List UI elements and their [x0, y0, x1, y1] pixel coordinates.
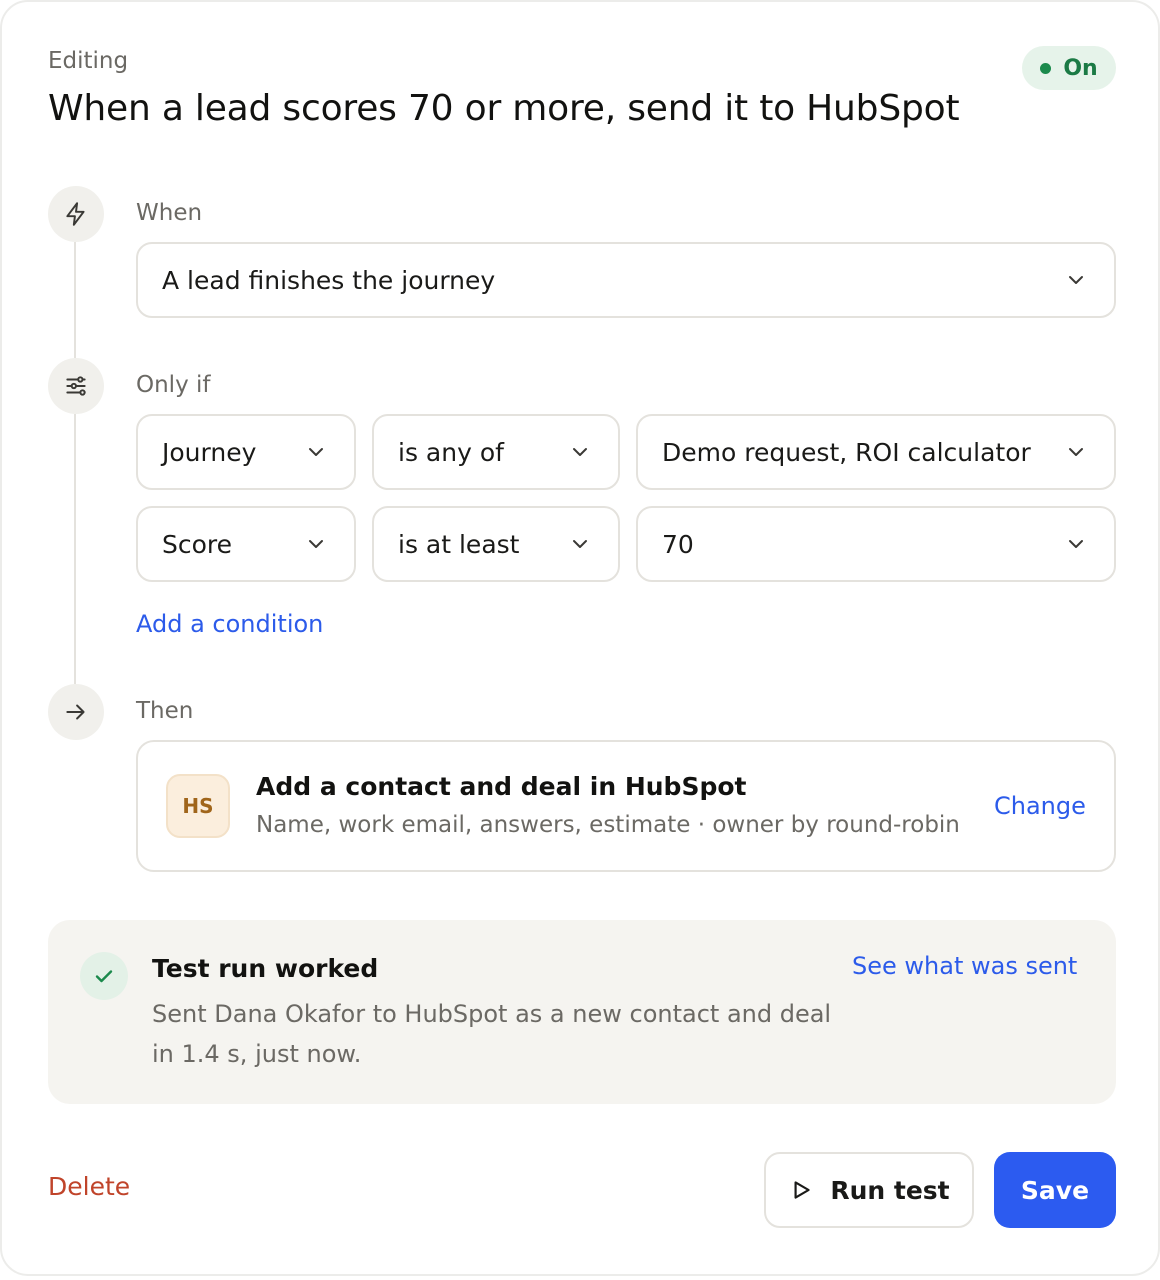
arrow-right-icon [48, 684, 104, 740]
chevron-down-icon [1069, 448, 1083, 456]
play-icon [794, 1181, 811, 1199]
save-button[interactable]: Save [994, 1152, 1116, 1228]
condition-operator-value: is any of [398, 437, 504, 467]
status-label: On [1063, 55, 1098, 81]
condition-field-value: Journey [162, 437, 257, 467]
when-label: When [136, 200, 203, 226]
timeline-rail [74, 242, 76, 358]
condition-operator-select[interactable]: is at least [372, 506, 620, 582]
condition-operator-value: is at least [398, 529, 520, 559]
only-if-label: Only if [136, 372, 211, 398]
timeline-rail [74, 414, 76, 684]
action-card: HS Add a contact and deal in HubSpot Nam… [136, 740, 1116, 872]
action-subtitle: Name, work email, answers, estimate · ow… [256, 812, 960, 838]
add-condition-link[interactable]: Add a condition [136, 610, 323, 638]
chevron-down-icon [1069, 276, 1083, 284]
condition-value-select[interactable]: Demo request, ROI calculator [636, 414, 1116, 490]
condition-operator-select[interactable]: is any of [372, 414, 620, 490]
chevron-down-icon [573, 448, 587, 456]
lightning-icon [48, 186, 104, 242]
editing-label: Editing [48, 48, 129, 74]
see-what-was-sent-link[interactable]: See what was sent [852, 952, 1077, 980]
then-label: Then [136, 698, 194, 724]
condition-value: 70 [662, 529, 694, 559]
chevron-down-icon [573, 540, 587, 548]
delete-button[interactable]: Delete [48, 1172, 130, 1201]
condition-field-select[interactable]: Journey [136, 414, 356, 490]
trigger-select[interactable]: A lead finishes the journey [136, 242, 1116, 318]
condition-field-value: Score [162, 529, 233, 559]
automation-editor-card: Editing When a lead scores 70 or more, s… [0, 0, 1160, 1276]
chevron-down-icon [309, 540, 323, 548]
filter-sliders-icon [48, 358, 104, 414]
test-result-body: Sent Dana Okafor to HubSpot as a new con… [152, 1000, 832, 1068]
chevron-down-icon [309, 448, 323, 456]
test-result-panel: Test run worked Sent Dana Okafor to HubS… [48, 920, 1116, 1104]
page-title: When a lead scores 70 or more, send it t… [48, 88, 960, 129]
status-toggle[interactable]: On [1022, 46, 1116, 90]
trigger-value: A lead finishes the journey [162, 265, 496, 295]
run-test-button[interactable]: Run test [764, 1152, 974, 1228]
chevron-down-icon [1069, 540, 1083, 548]
condition-value: Demo request, ROI calculator [662, 437, 1031, 467]
hubspot-logo: HS [166, 774, 230, 838]
run-test-label: Run test [830, 1175, 950, 1205]
check-icon [80, 952, 128, 1000]
condition-field-select[interactable]: Score [136, 506, 356, 582]
action-title: Add a contact and deal in HubSpot [256, 772, 747, 801]
test-result-title: Test run worked [152, 954, 379, 983]
condition-value-select[interactable]: 70 [636, 506, 1116, 582]
status-dot [1040, 62, 1052, 74]
change-action-link[interactable]: Change [994, 792, 1086, 820]
